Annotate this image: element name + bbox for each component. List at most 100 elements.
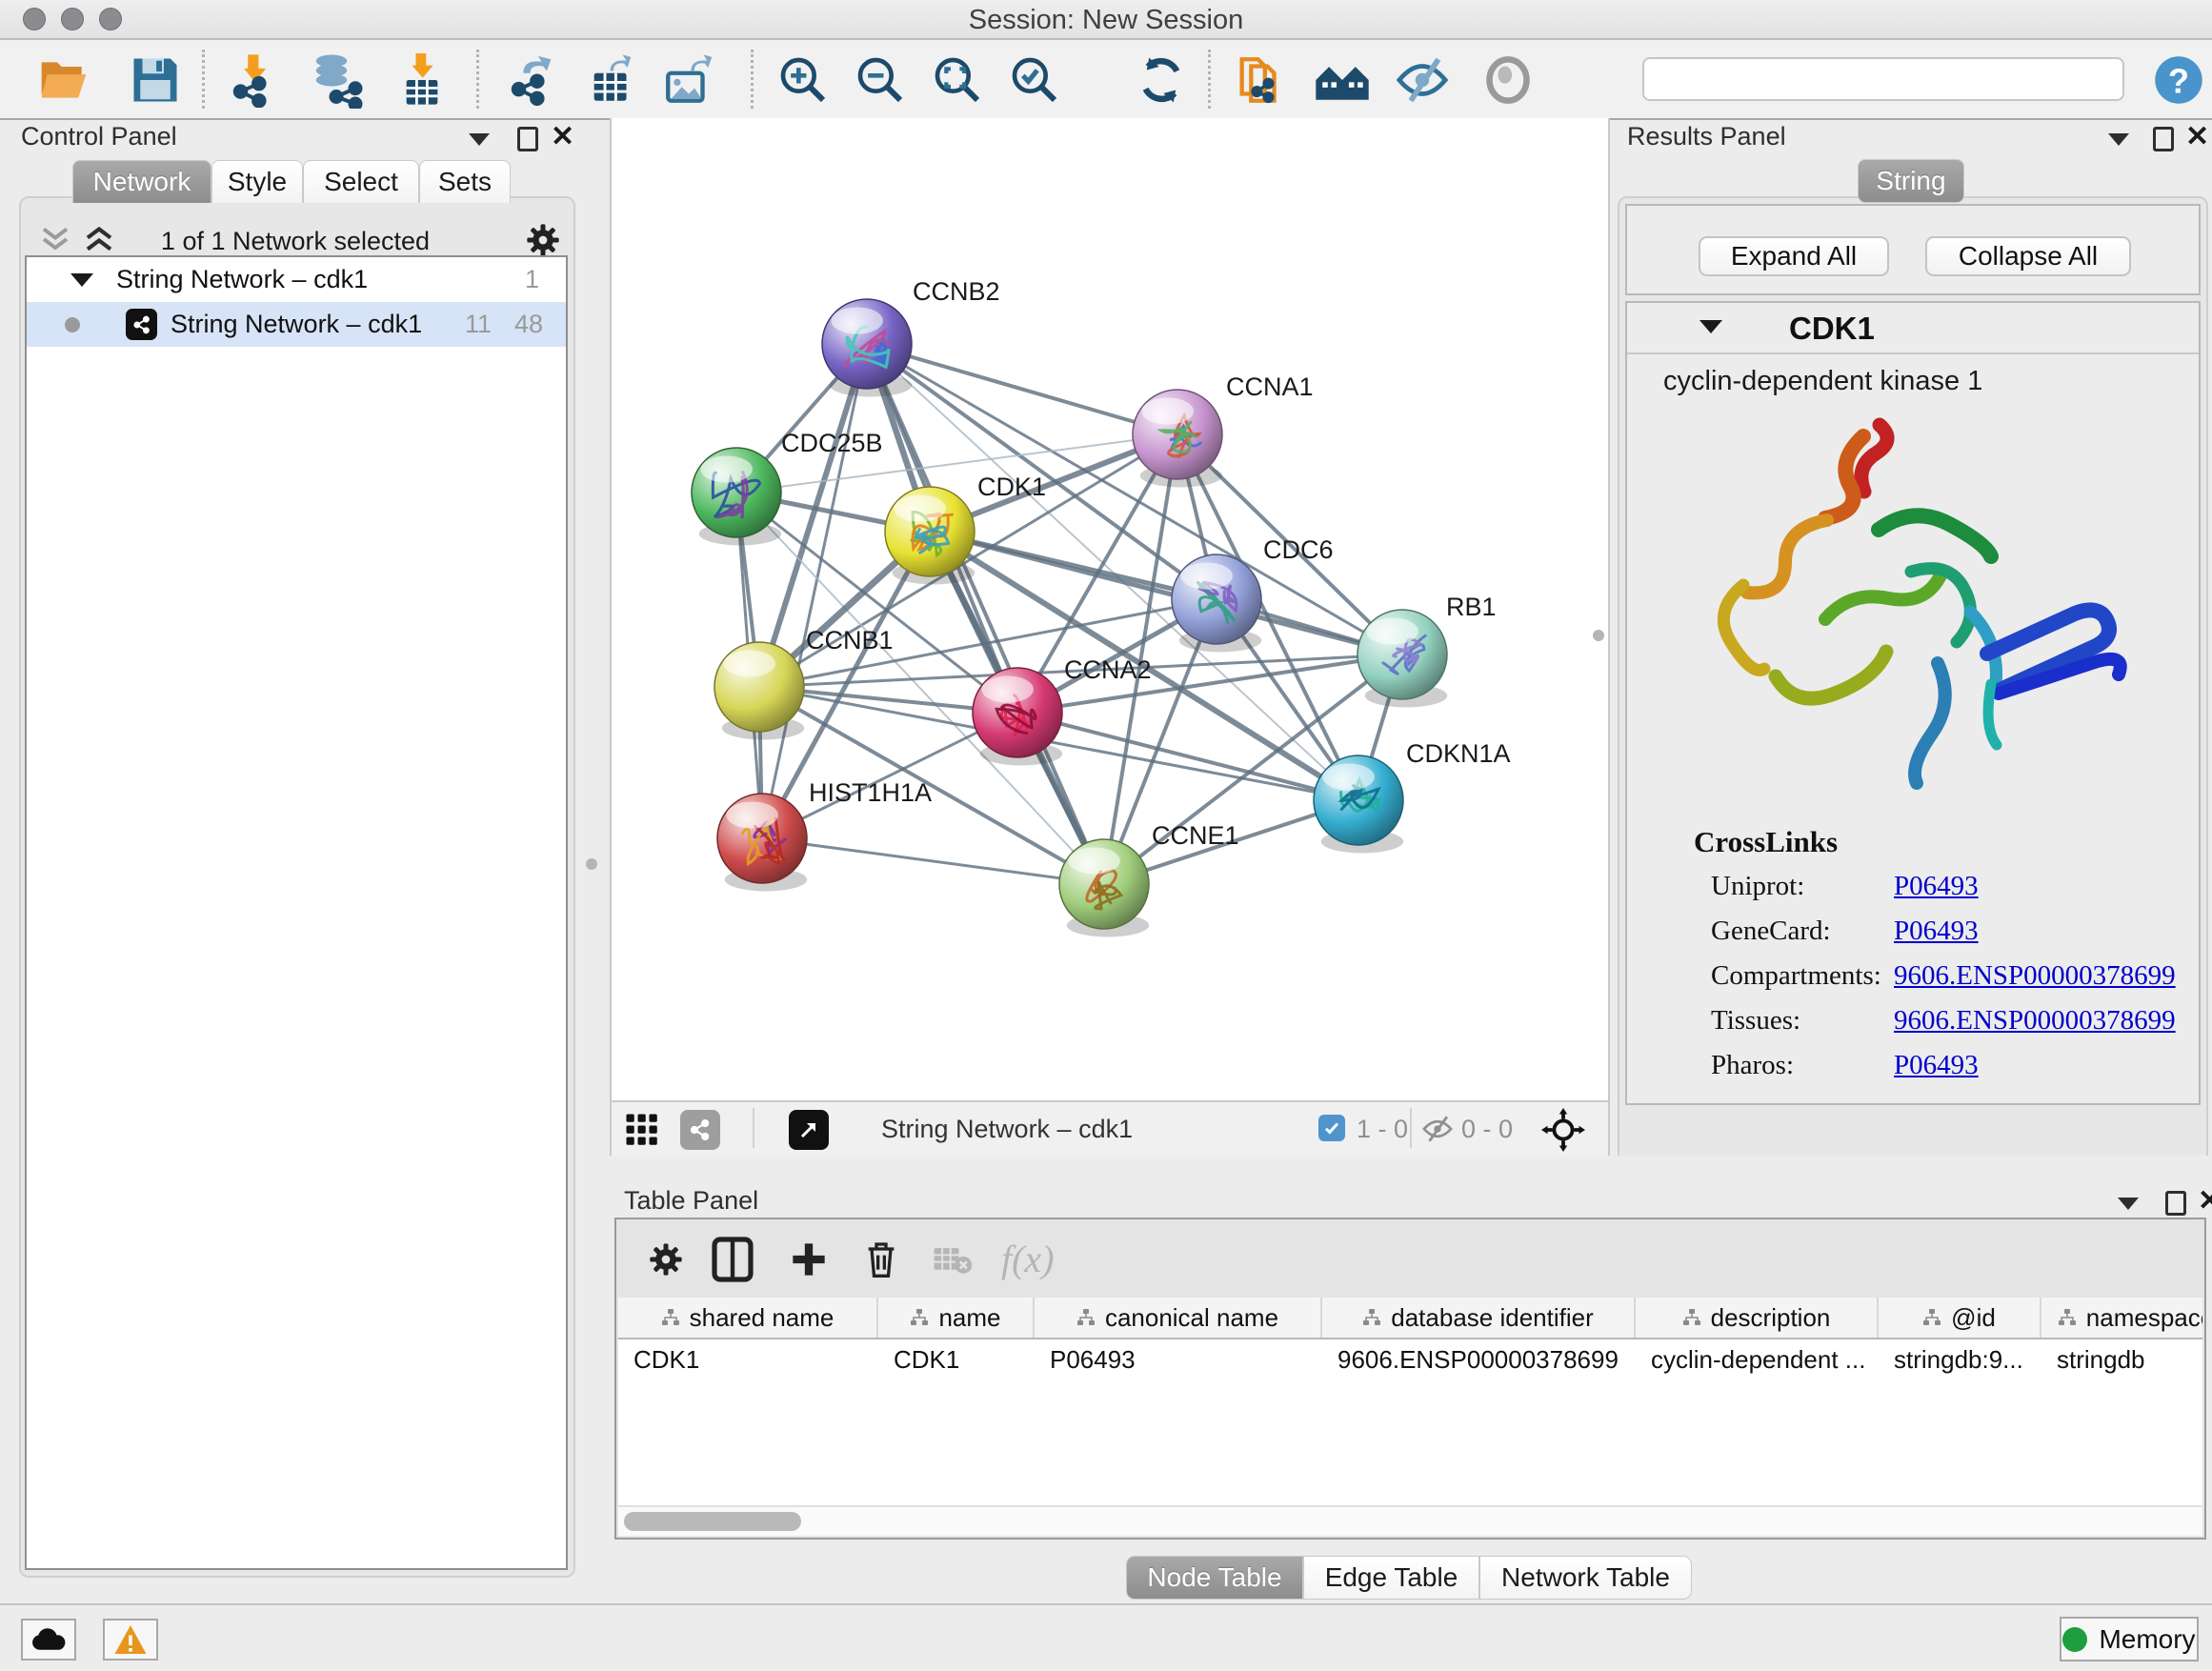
network-node-ccnb2[interactable]: CCNB2 (822, 277, 1000, 396)
table-cell[interactable]: CDK1 (878, 1339, 1035, 1379)
control-panel-menu-caret-icon[interactable] (469, 133, 490, 146)
column-header-database-identifier[interactable]: database identifier (1322, 1298, 1636, 1338)
zoom-in-button[interactable] (774, 51, 833, 109)
network-edge[interactable] (867, 344, 1177, 434)
table-cell[interactable]: stringdb:9... (1879, 1339, 2041, 1379)
zoom-selected-button[interactable] (1005, 51, 1064, 109)
show-graphics-details-button[interactable] (1478, 51, 1538, 109)
hide-graphics-details-button[interactable] (1393, 51, 1452, 109)
table-cell[interactable]: CDK1 (618, 1339, 878, 1379)
tab-select[interactable]: Select (303, 160, 419, 203)
birds-eye-view-grid-icon[interactable] (625, 1113, 659, 1147)
crosslink-link[interactable]: P06493 (1894, 871, 1979, 916)
results-panel-menu-caret-icon[interactable] (2108, 133, 2129, 146)
network-edge[interactable] (762, 838, 1104, 884)
table-cell[interactable]: cyclin-dependent ... (1636, 1339, 1879, 1379)
network-node-hist1h1a[interactable]: HIST1H1A (717, 778, 932, 891)
results-panel-float-button[interactable] (2153, 127, 2174, 151)
network-collection-row[interactable]: String Network – cdk1 1 (27, 257, 566, 302)
column-header-shared-name[interactable]: shared name (618, 1298, 878, 1338)
right-splitter-grip[interactable] (1593, 630, 1604, 641)
add-column-plus-icon[interactable] (790, 1238, 828, 1280)
refresh-button[interactable] (1132, 51, 1191, 109)
network-node-cdc25b[interactable]: CDC25B (692, 429, 883, 545)
column-header-namespace[interactable]: namespace (2041, 1298, 2202, 1338)
tab-edge-table[interactable]: Edge Table (1303, 1556, 1479, 1600)
fit-selected-crosshair-icon[interactable] (1541, 1108, 1585, 1152)
table-panel-close-button[interactable]: ✕ (2198, 1189, 2212, 1214)
zoom-out-button[interactable] (851, 51, 910, 109)
crosslink-link[interactable]: 9606.ENSP00000378699 (1894, 1005, 2176, 1050)
save-session-button[interactable] (126, 51, 185, 109)
tab-network[interactable]: Network (72, 160, 211, 203)
table-panel-menu-caret-icon[interactable] (2118, 1198, 2139, 1210)
string-badge-icon[interactable] (680, 1110, 720, 1150)
collection-expander-icon[interactable] (70, 273, 93, 287)
zoom-fit-button[interactable] (928, 51, 987, 109)
table-cell[interactable]: 9606.ENSP00000378699 (1322, 1339, 1636, 1379)
table-hscrollbar-thumb[interactable] (624, 1512, 801, 1531)
expand-all-chevron-icon[interactable] (82, 225, 116, 253)
tab-string[interactable]: String (1858, 159, 1964, 203)
network-node-cdc6[interactable]: CDC6 (1172, 535, 1334, 652)
delete-column-trash-icon[interactable] (862, 1237, 900, 1280)
open-session-button[interactable] (34, 51, 93, 109)
search-input[interactable] (1642, 57, 2124, 101)
import-network-icon (227, 52, 282, 108)
crosslink-link[interactable]: 9606.ENSP00000378699 (1894, 960, 2176, 1005)
table-cell[interactable]: stringdb (2041, 1339, 2202, 1379)
export-image-icon (661, 52, 716, 108)
gene-section-expander-icon[interactable] (1699, 320, 1722, 333)
network-node-ccna1[interactable]: CCNA1 (1133, 372, 1314, 487)
crosslink-link[interactable]: P06493 (1894, 916, 1979, 960)
tab-style[interactable]: Style (211, 160, 303, 203)
import-network-database-button[interactable] (307, 51, 366, 109)
table-hscrollbar[interactable] (618, 1505, 2202, 1536)
network-node-ccne1[interactable]: CCNE1 (1059, 821, 1239, 936)
tab-node-table[interactable]: Node Table (1126, 1556, 1303, 1600)
memory-button[interactable]: Memory (2060, 1617, 2199, 1661)
table-options-gear-icon[interactable] (647, 1240, 685, 1278)
export-image-button[interactable] (659, 51, 718, 109)
table-cell[interactable]: P06493 (1035, 1339, 1322, 1379)
network-canvas[interactable]: CCNB2CCNA1CDC25BCDK1CDC6RB1CCNB1CCNA2CDK… (610, 118, 1610, 1100)
tab-network-table[interactable]: Network Table (1479, 1556, 1692, 1600)
show-columns-icon[interactable] (712, 1237, 754, 1282)
expand-all-button[interactable]: Expand All (1699, 236, 1889, 276)
column-header-name[interactable]: name (878, 1298, 1035, 1338)
warning-status-button[interactable] (103, 1619, 158, 1661)
left-splitter-grip[interactable] (586, 858, 597, 870)
tab-sets[interactable]: Sets (419, 160, 511, 203)
table-panel-float-button[interactable] (2165, 1191, 2186, 1216)
gene-section-header[interactable]: CDK1 (1627, 303, 2199, 354)
network-graph[interactable]: CCNB2CCNA1CDC25BCDK1CDC6RB1CCNB1CCNA2CDK… (612, 118, 1608, 1097)
open-session-from-cloud-button[interactable] (1231, 51, 1290, 109)
import-table-file-button[interactable] (392, 51, 452, 109)
open-network-in-browser-icon[interactable] (789, 1110, 829, 1150)
network-row[interactable]: String Network – cdk1 11 48 (27, 302, 566, 347)
network-node-rb1[interactable]: RB1 (1357, 593, 1497, 707)
help-button[interactable]: ? (2149, 51, 2208, 109)
crosslink-link[interactable]: P06493 (1894, 1050, 1979, 1095)
import-network-file-button[interactable] (225, 51, 284, 109)
results-panel-close-button[interactable]: ✕ (2185, 125, 2209, 150)
column-header-description[interactable]: description (1636, 1298, 1879, 1338)
column-header-canonical-name[interactable]: canonical name (1035, 1298, 1322, 1338)
collapse-all-chevron-icon[interactable] (38, 225, 72, 253)
collapse-all-button[interactable]: Collapse All (1925, 236, 2131, 276)
export-network-button[interactable] (503, 51, 562, 109)
table-row[interactable]: CDK1CDK1P064939606.ENSP00000378699cyclin… (618, 1339, 2202, 1379)
control-panel-close-button[interactable]: ✕ (551, 125, 574, 150)
node-label: CDKN1A (1406, 739, 1511, 768)
home-button[interactable] (1313, 51, 1372, 109)
network-options-gear-icon[interactable] (524, 221, 562, 259)
cloud-status-button[interactable] (21, 1619, 76, 1661)
column-header-@id[interactable]: @id (1879, 1298, 2041, 1338)
help-icon: ? (2153, 54, 2204, 106)
selected-checkbox-icon[interactable] (1318, 1115, 1345, 1141)
control-panel-float-button[interactable] (517, 127, 538, 151)
export-table-button[interactable] (583, 51, 642, 109)
main-toolbar: ? (0, 40, 2212, 120)
network-node-cdkn1a[interactable]: CDKN1A (1314, 739, 1511, 853)
network-edge[interactable] (762, 344, 867, 838)
